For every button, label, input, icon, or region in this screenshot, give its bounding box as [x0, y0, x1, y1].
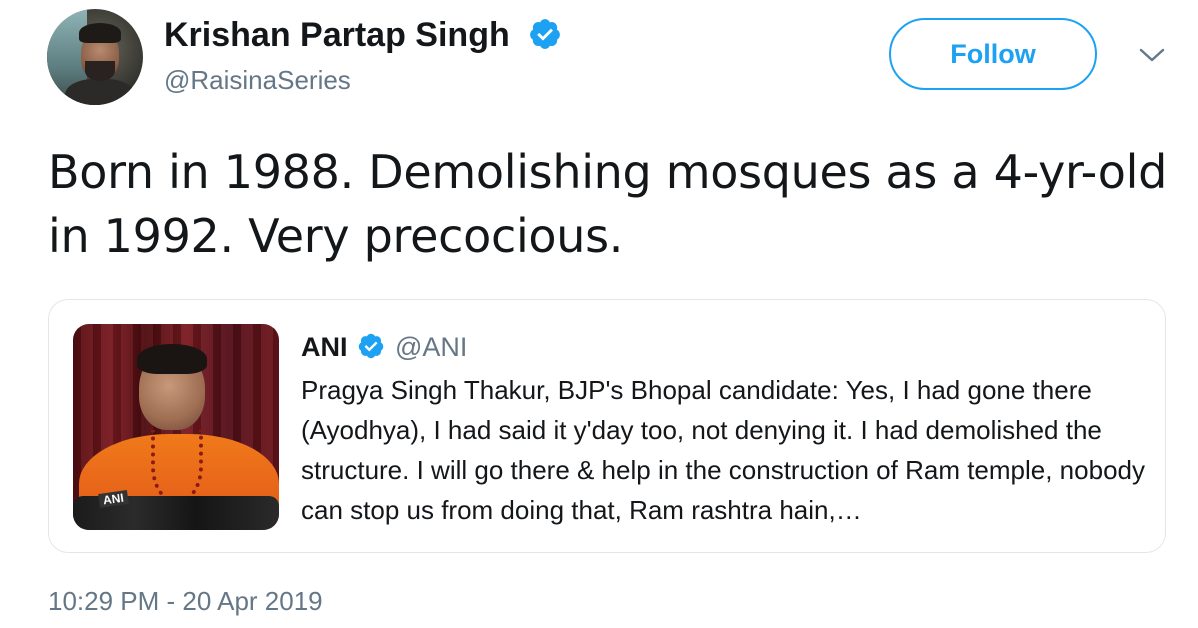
follow-button[interactable]: Follow [889, 18, 1097, 90]
verified-badge-icon [358, 333, 384, 359]
author-handle[interactable]: @RaisinaSeries [164, 64, 351, 96]
tweet-timestamp[interactable]: 10:29 PM - 20 Apr 2019 [48, 584, 323, 618]
chevron-down-icon[interactable] [1138, 45, 1166, 65]
tweet-text: Born in 1988. Demolishing mosques as a 4… [48, 145, 1168, 263]
quoted-tweet-text: Pragya Singh Thakur, BJP's Bhopal candid… [301, 375, 1145, 525]
author-avatar[interactable] [47, 9, 143, 105]
quoted-author-name[interactable]: ANI [301, 330, 348, 364]
quoted-author-handle[interactable]: @ANI [395, 330, 467, 364]
quoted-tweet-media[interactable]: ANI [73, 324, 279, 530]
author-name[interactable]: Krishan Partap Singh [164, 14, 510, 56]
tweet-card: Krishan Partap Singh @RaisinaSeries Foll… [0, 0, 1198, 628]
verified-badge-icon [530, 19, 560, 49]
